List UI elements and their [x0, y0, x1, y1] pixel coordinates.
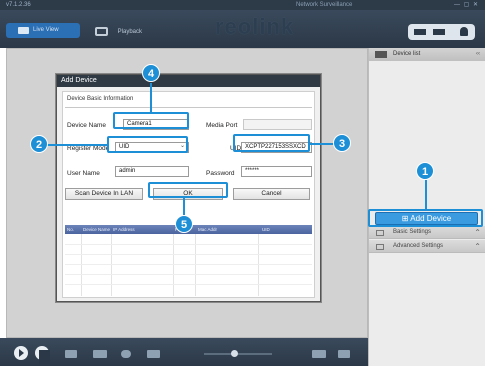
- scan-device-button[interactable]: Scan Device In LAN: [65, 188, 143, 200]
- password-field[interactable]: ******: [241, 166, 312, 177]
- video-icon[interactable]: [147, 350, 160, 358]
- table-header-ip: IP Address: [113, 227, 135, 232]
- capture-icon[interactable]: [121, 350, 131, 358]
- basic-settings-label: Basic Settings: [393, 229, 432, 235]
- table-header-no: No.: [67, 227, 75, 232]
- table-row: [65, 264, 312, 265]
- advanced-settings-icon: [376, 244, 384, 250]
- advanced-settings-label: Advanced Settings: [393, 243, 444, 249]
- password-label: Password: [206, 170, 235, 177]
- register-mode-highlight: [107, 136, 188, 153]
- media-port-field[interactable]: [243, 119, 312, 130]
- callout-badge-4: 4: [142, 64, 160, 82]
- layout-icon[interactable]: [312, 350, 326, 358]
- group-title: Device Basic Information: [67, 96, 134, 102]
- tab-live-view-label: Live View: [33, 27, 59, 33]
- callout-line-1: [425, 180, 427, 209]
- collapse-icon[interactable]: ‹‹: [476, 48, 480, 61]
- callout-line-4: [150, 83, 152, 112]
- user-name-field[interactable]: admin: [115, 166, 189, 177]
- callout-badge-5: 5: [175, 215, 193, 233]
- tab-playback-label: Playback: [117, 29, 143, 36]
- device-name-label: Device Name: [67, 122, 107, 129]
- fullscreen-icon[interactable]: [338, 350, 350, 358]
- snapshot-icon[interactable]: [93, 350, 107, 358]
- callout-line-3: [310, 143, 333, 145]
- table-header-device-name: Device Name: [83, 227, 111, 232]
- title-bar: v7.1.2.36 Network Surveillance — ▢ ✕: [0, 0, 485, 10]
- device-list-header[interactable]: Device list ‹‹: [369, 48, 485, 61]
- version-label: v7.1.2.36: [6, 2, 31, 8]
- ok-highlight: [148, 182, 228, 198]
- table-row: [65, 284, 312, 285]
- callout-badge-3: 3: [333, 134, 351, 152]
- view-layout-buttons[interactable]: [408, 24, 475, 40]
- user-name-label: User Name: [67, 170, 100, 177]
- table-row: [65, 274, 312, 275]
- settings-icon: [376, 230, 384, 236]
- register-mode-label: Register Mode: [67, 145, 110, 152]
- uid-highlight: [233, 134, 310, 152]
- window-controls[interactable]: — ▢ ✕: [454, 0, 479, 10]
- basic-settings-row[interactable]: Basic Settings ⌃: [369, 226, 485, 239]
- window-title: Network Surveillance: [296, 2, 353, 8]
- chevron-up-icon: ⌃: [474, 242, 481, 251]
- camera-icon: [18, 27, 29, 34]
- device-name-highlight: [113, 112, 189, 129]
- callout-line-5: [183, 198, 185, 216]
- callout-badge-1: 1: [416, 162, 434, 180]
- tab-playback[interactable]: Playback: [95, 27, 142, 36]
- advanced-settings-row[interactable]: Advanced Settings ⌃: [369, 240, 485, 253]
- dialog-title: Add Device: [57, 75, 320, 87]
- grid-icon: [433, 29, 445, 35]
- callout-line-2: [46, 144, 107, 146]
- table-header-uid: UID: [262, 227, 270, 232]
- media-port-label: Media Port: [206, 122, 238, 129]
- table-row: [65, 244, 312, 245]
- device-list-icon: [375, 51, 387, 58]
- add-device-highlight: [368, 209, 483, 227]
- playback-icon: [95, 27, 108, 36]
- play-icon[interactable]: [14, 346, 28, 360]
- stop-icon[interactable]: [35, 346, 50, 364]
- volume-slider[interactable]: [204, 353, 272, 355]
- monitor-icon: [414, 29, 426, 35]
- device-list-label: Device list: [393, 51, 421, 57]
- group-divider: [65, 107, 312, 108]
- table-row: [65, 254, 312, 255]
- chevron-up-icon: ⌃: [474, 228, 481, 237]
- volume-knob[interactable]: [231, 350, 238, 357]
- lock-icon: [460, 27, 468, 36]
- cancel-button[interactable]: Cancel: [233, 188, 310, 200]
- record-icon[interactable]: [65, 350, 77, 358]
- brand-logo: reolink: [215, 14, 295, 39]
- tab-live-view[interactable]: Live View: [6, 23, 80, 38]
- callout-badge-2: 2: [30, 135, 48, 153]
- table-header-mac: Mac Addr: [198, 227, 218, 232]
